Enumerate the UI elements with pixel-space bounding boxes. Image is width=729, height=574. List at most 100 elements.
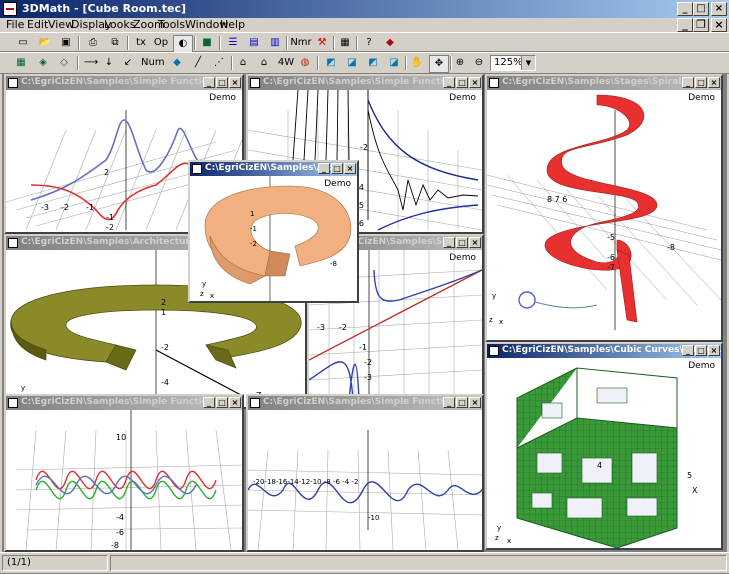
help-icon[interactable]: ?: [360, 35, 378, 51]
tx-button[interactable]: tx: [132, 35, 150, 51]
window-title-bar[interactable]: C:\EgriCizEN\Samples\Simple Function Cur…: [248, 76, 482, 90]
op-button[interactable]: Op: [152, 35, 170, 51]
tile-vertical-icon[interactable]: ▥: [266, 35, 284, 51]
minimize-button[interactable]: _: [677, 2, 693, 16]
close-button[interactable]: ×: [469, 237, 481, 248]
function-graph[interactable]: 10 -4 -6 -8: [6, 410, 242, 550]
nmr-button[interactable]: Nmr: [290, 35, 312, 51]
print-icon[interactable]: ⎙: [84, 35, 102, 51]
window-spiral-tube[interactable]: C:\EgriCizEN\Samples\Stages\Spiral Tube2…: [485, 74, 723, 342]
close-button[interactable]: ×: [229, 77, 241, 88]
menu-tools[interactable]: Tools: [158, 18, 185, 31]
cube-icon[interactable]: ◆: [168, 55, 186, 71]
minimize-button[interactable]: _: [203, 77, 215, 88]
menu-file[interactable]: File: [6, 18, 24, 31]
tile-horizontal-icon[interactable]: ☰: [224, 35, 242, 51]
child-restore-button[interactable]: ❐: [693, 18, 709, 32]
maximize-button[interactable]: □: [456, 77, 468, 88]
document-icon: [250, 78, 260, 88]
window-architectural-floating[interactable]: C:\EgriCizEN\Samples\Archi... _ □ × Demo 1-…: [188, 160, 359, 303]
close-button[interactable]: ×: [708, 77, 720, 88]
copy-icon[interactable]: ⧉: [106, 35, 124, 51]
new-icon[interactable]: ▭: [14, 35, 32, 51]
mesh-view-icon[interactable]: ◇: [55, 55, 73, 71]
zoom-in-icon[interactable]: ⊕: [451, 55, 469, 71]
rotate-icon[interactable]: ✥: [429, 55, 449, 73]
window-title-bar[interactable]: C:\EgriCizEN\Samples\Stages\Spiral Tube2…: [487, 76, 721, 90]
maximize-button[interactable]: □: [695, 77, 707, 88]
screen-icon[interactable]: ■: [198, 35, 216, 51]
shell-graph[interactable]: 1 -1 -2 -8 yz x: [190, 176, 357, 301]
dashed-line-icon[interactable]: ⋰: [210, 55, 228, 71]
spiral-graph[interactable]: -8 8 7 6 -5 -6-7 y z x: [487, 90, 721, 340]
cube-graph[interactable]: 5X 4 yz x: [487, 358, 721, 548]
axis-y-icon[interactable]: ↓: [100, 55, 118, 71]
svg-text:5: 5: [687, 471, 692, 480]
zoom-out-icon[interactable]: ⊖: [470, 55, 488, 71]
top-view-icon[interactable]: ◪: [385, 55, 403, 71]
close-button[interactable]: ×: [711, 2, 727, 16]
close-button[interactable]: ×: [469, 397, 481, 408]
zoom-select[interactable]: 125% ▼: [490, 55, 536, 71]
window-title-bar[interactable]: C:\EgriCizEN\Samples\Cubic Curves\Cube R…: [487, 344, 721, 358]
maximize-button[interactable]: □: [331, 163, 343, 174]
minimize-button[interactable]: _: [443, 77, 455, 88]
window-title-bar[interactable]: C:\EgriCizEN\Samples\Archi... _ □ ×: [190, 162, 357, 176]
calculator-icon[interactable]: ▦: [336, 35, 354, 51]
window-title-bar[interactable]: C:\EgriCizEN\Samples\Simple Function Cur…: [6, 396, 242, 410]
menu-edit[interactable]: Edit: [27, 18, 48, 31]
chevron-down-icon[interactable]: ▼: [521, 56, 535, 70]
window-simple-function-4[interactable]: C:\EgriCizEN\Samples\Simple Function Cur…: [4, 394, 244, 552]
axis-z-icon[interactable]: ↙: [119, 55, 137, 71]
maximize-button[interactable]: □: [695, 345, 707, 356]
line-icon[interactable]: ╱: [189, 55, 207, 71]
maximize-button[interactable]: □: [456, 397, 468, 408]
menu-help[interactable]: Help: [220, 18, 245, 31]
close-button[interactable]: ×: [708, 345, 720, 356]
close-button[interactable]: ×: [344, 163, 356, 174]
minimize-button[interactable]: _: [443, 237, 455, 248]
save-icon[interactable]: ▣: [57, 35, 75, 51]
minimize-button[interactable]: _: [203, 397, 215, 408]
front-view-icon[interactable]: ◩: [322, 55, 340, 71]
title-bar[interactable]: 3DMath - [Cube Room.tec] _ □ ×: [0, 0, 729, 18]
maximize-button[interactable]: □: [693, 2, 709, 16]
color-palette-icon[interactable]: ◐: [173, 35, 193, 53]
svg-text:-2: -2: [106, 223, 114, 232]
open-icon[interactable]: 📂: [36, 35, 54, 51]
tools-icon[interactable]: ⚒: [313, 35, 331, 51]
window-simple-function-5[interactable]: C:\EgriCizEN\Samples\Simple Function Cur…: [246, 394, 484, 552]
back-view-icon[interactable]: ◪: [343, 55, 361, 71]
window-title-bar[interactable]: C:\EgriCizEN\Samples\Simple Function Cur…: [248, 396, 482, 410]
side-view-icon[interactable]: ◩: [364, 55, 382, 71]
surface-view-icon[interactable]: ◈: [34, 55, 52, 71]
close-button[interactable]: ×: [469, 77, 481, 88]
timer-icon[interactable]: ◍: [296, 55, 314, 71]
app-icon[interactable]: [3, 2, 17, 16]
pan-hand-icon[interactable]: ✋: [408, 55, 426, 71]
child-close-button[interactable]: ×: [711, 18, 727, 32]
4w-button[interactable]: 4W: [275, 55, 297, 71]
axis-x-icon[interactable]: ⟶: [82, 55, 100, 71]
tile-icon[interactable]: ▤: [245, 35, 263, 51]
svg-text:x: x: [499, 318, 503, 326]
minimize-button[interactable]: _: [682, 345, 694, 356]
status-message: [110, 555, 727, 571]
maximize-button[interactable]: □: [216, 77, 228, 88]
grid-view-icon[interactable]: ▦: [12, 55, 30, 71]
close-button[interactable]: ×: [229, 397, 241, 408]
window-title-bar[interactable]: C:\EgriCizEN\Samples\Simple Function Cur…: [6, 76, 242, 90]
minimize-button[interactable]: _: [443, 397, 455, 408]
child-minimize-button[interactable]: _: [677, 18, 693, 32]
maximize-button[interactable]: □: [216, 397, 228, 408]
minimize-button[interactable]: _: [682, 77, 694, 88]
num-button[interactable]: Num: [141, 55, 165, 71]
book-icon[interactable]: ◆: [381, 35, 399, 51]
window-cube-room[interactable]: C:\EgriCizEN\Samples\Cubic Curves\Cube R…: [485, 342, 723, 550]
function-graph[interactable]: -20-18-16-14-12-10 -8 -6 -4 -2 -10: [248, 410, 482, 550]
minimize-button[interactable]: _: [318, 163, 330, 174]
menu-looks[interactable]: Looks: [104, 18, 136, 31]
plane-icon[interactable]: ⌂: [234, 55, 252, 71]
maximize-button[interactable]: □: [456, 237, 468, 248]
plane-grid-icon[interactable]: ⌂: [255, 55, 273, 71]
